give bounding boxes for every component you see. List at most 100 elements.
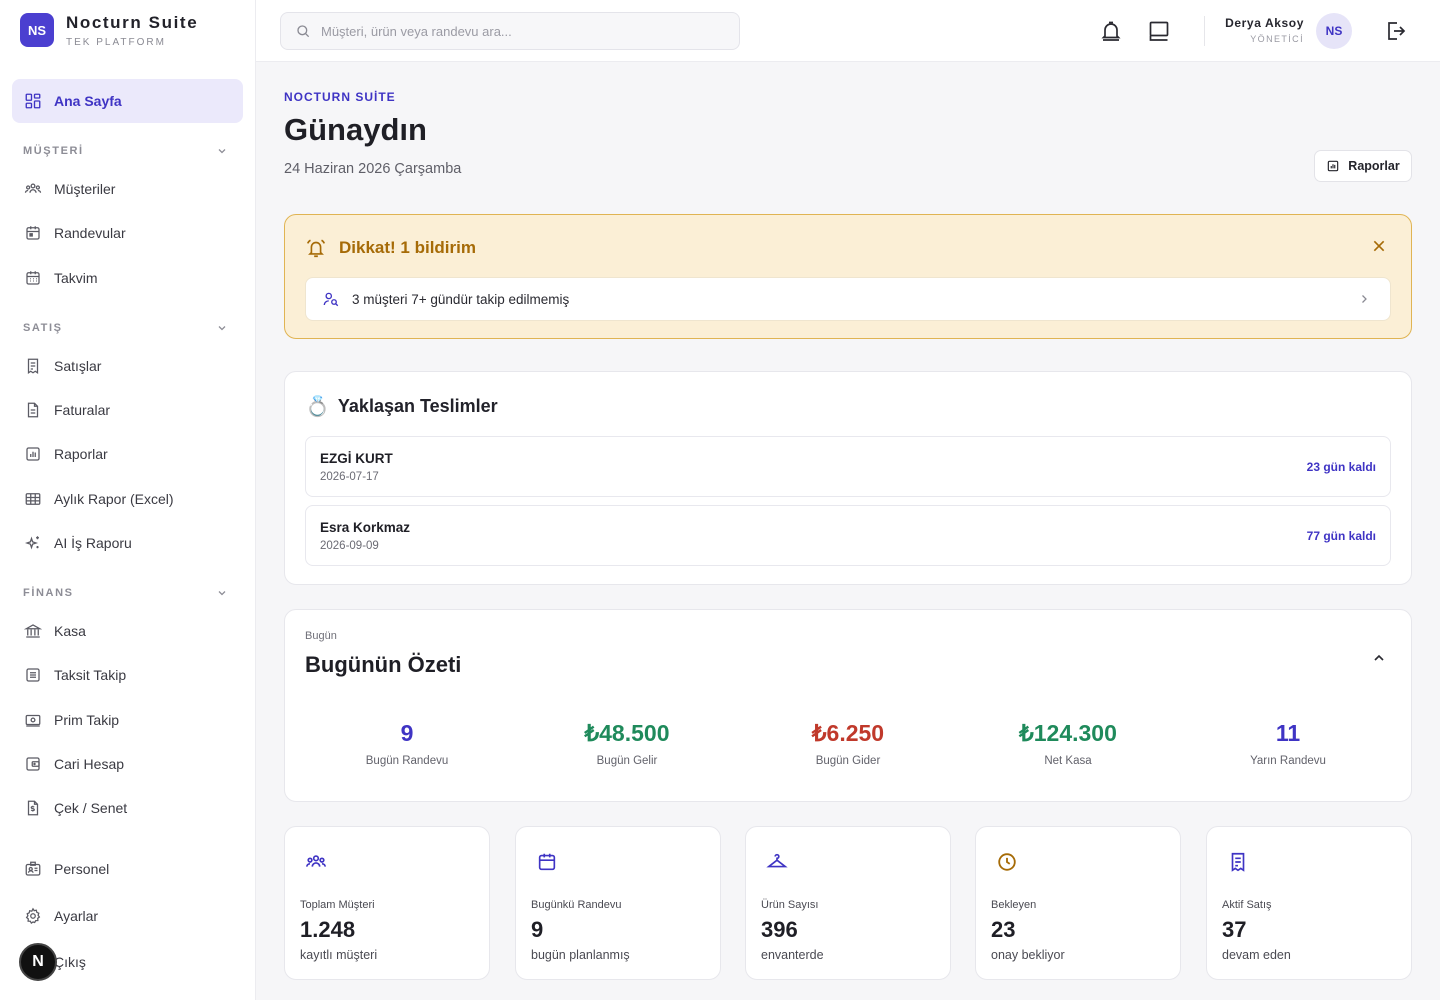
kpi-product-count[interactable]: Ürün Sayısı 396 envanterde [745, 826, 951, 980]
kpi-caption: kayıtlı müşteri [300, 948, 378, 962]
section-satis-toggle[interactable]: SATIŞ [23, 318, 228, 338]
sidebar-item-kasa[interactable]: Kasa [12, 609, 243, 653]
alert-title: Dikkat! 1 bildirim [339, 238, 476, 257]
user-role: YÖNETİCİ [1250, 34, 1304, 44]
stat-label: Bugün Randevu [365, 755, 449, 767]
id-card-icon [24, 860, 42, 878]
sparkles-icon [24, 534, 42, 552]
stat-label: Bugün Gider [815, 755, 881, 767]
calendar-icon [538, 853, 556, 871]
logout-button[interactable] [1383, 18, 1409, 44]
stat-label: Net Kasa [1044, 755, 1092, 767]
kpi-total-customers[interactable]: Toplam Müşteri 1.248 kayıtlı müşteri [284, 826, 490, 980]
notifications-button[interactable] [1098, 18, 1124, 44]
stat-today-appointments: 9 Bugün Randevu [307, 720, 507, 767]
kpi-value: 23 [991, 917, 1016, 942]
sidebar-item-personel[interactable]: Personel [12, 847, 243, 891]
logout-icon [1388, 22, 1406, 40]
chevron-down-icon [218, 326, 226, 331]
stat-label: Bugün Gelir [596, 755, 658, 767]
sidebar-item-label: Personel [54, 861, 110, 877]
stat-value: ₺48.500 [584, 720, 670, 746]
customer-name: Esra Korkmaz [320, 520, 411, 535]
page-date: 24 Haziran 2026 Çarşamba [284, 161, 462, 177]
bell-icon [1101, 21, 1121, 41]
users-icon [306, 855, 326, 867]
gear-icon [24, 907, 42, 925]
sidebar-item-takvim[interactable]: Takvim [12, 256, 243, 300]
alert-panel: Dikkat! 1 bildirim 3 müşteri 7+ gündür t… [284, 214, 1412, 339]
brand-logo: NS [20, 13, 54, 47]
users-icon [24, 180, 42, 198]
sidebar-item-prim-takip[interactable]: Prim Takip [12, 698, 243, 742]
wallet-icon [24, 755, 42, 773]
sidebar-item-taksit-takip[interactable]: Taksit Takip [12, 653, 243, 697]
days-remaining: 77 gün kaldı [1306, 529, 1376, 543]
sidebar-item-aylik-rapor[interactable]: Aylık Rapor (Excel) [12, 477, 243, 521]
avatar[interactable]: NS [1316, 13, 1352, 49]
list-icon [24, 666, 42, 684]
chart-icon [24, 445, 42, 463]
document-icon [24, 401, 42, 419]
sidebar-item-ayarlar[interactable]: Ayarlar [12, 894, 243, 938]
sidebar-item-label: AI İş Raporu [54, 535, 132, 551]
messages-button[interactable] [1146, 18, 1172, 44]
page-title: Günaydın [284, 112, 427, 147]
card-title: Yaklaşan Teslimler [337, 396, 498, 416]
brand-name: Nocturn Suite [66, 12, 199, 32]
sidebar-item-cari-hesap[interactable]: Cari Hesap [12, 742, 243, 786]
kpi-label: Toplam Müşteri [300, 899, 375, 911]
search-input[interactable] [321, 23, 721, 39]
sidebar-item-label: Kasa [54, 623, 86, 639]
delivery-date: 2026-07-17 [320, 471, 379, 483]
divider [1204, 16, 1205, 46]
stat-tomorrow-appointments: 11 Yarın Randevu [1188, 720, 1388, 767]
reports-button[interactable]: Raporlar [1314, 150, 1412, 182]
days-remaining: 23 gün kaldı [1306, 460, 1376, 474]
delivery-row[interactable]: EZGİ KURT 2026-07-17 23 gün kaldı [305, 436, 1391, 497]
kpi-value: 9 [531, 917, 544, 942]
kpi-label: Aktif Satış [1222, 899, 1272, 911]
customer-name: EZGİ KURT [320, 451, 393, 466]
sidebar-item-raporlar[interactable]: Raporlar [12, 432, 243, 476]
brand[interactable]: NS Nocturn Suite TEK PLATFORM [20, 10, 198, 50]
stat-value: 11 [1275, 720, 1301, 746]
stat-today-expense: ₺6.250 Bugün Gider [748, 720, 948, 767]
alert-item[interactable]: 3 müşteri 7+ gündür takip edilmemiş [305, 277, 1391, 321]
alert-message: 3 müşteri 7+ gündür takip edilmemiş [352, 291, 570, 307]
delivery-row[interactable]: Esra Korkmaz 2026-09-09 77 gün kaldı [305, 505, 1391, 566]
kpi-today-appointments[interactable]: Bugünkü Randevu 9 bugün planlanmış [515, 826, 721, 980]
card-title: Bugünün Özeti [305, 652, 462, 677]
stat-value: ₺6.250 [811, 720, 885, 746]
calendar-grid-icon [24, 269, 42, 287]
sidebar-item-musteriler[interactable]: Müşteriler [12, 167, 243, 211]
sidebar-item-ai-is-raporu[interactable]: AI İş Raporu [12, 521, 243, 565]
sidebar-item-randevular[interactable]: Randevular [12, 211, 243, 255]
section-musteri-toggle[interactable]: MÜŞTERİ [23, 141, 228, 161]
close-icon[interactable] [1371, 238, 1387, 254]
sidebar-item-faturalar[interactable]: Faturalar [12, 388, 243, 432]
stat-today-income: ₺48.500 Bugün Gelir [527, 720, 727, 767]
dev-tools-badge[interactable]: N [19, 943, 57, 981]
receipt-icon [1231, 852, 1245, 872]
ring-icon: 💍 [305, 396, 330, 418]
sidebar-item-satislar[interactable]: Satışlar [12, 344, 243, 388]
section-title: MÜŞTERİ [23, 145, 84, 157]
calendar-icon [24, 224, 42, 242]
sidebar: NS Nocturn Suite TEK PLATFORM Ana Sayfa … [0, 0, 256, 1000]
kpi-label: Bekleyen [991, 899, 1037, 911]
search-icon [297, 25, 310, 38]
section-finans-toggle[interactable]: FİNANS [23, 583, 228, 603]
sidebar-item-cek-senet[interactable]: Çek / Senet [12, 786, 243, 830]
kpi-pending[interactable]: Bekleyen 23 onay bekliyor [975, 826, 1181, 980]
sidebar-item-label: Cari Hesap [54, 756, 125, 772]
table-icon [24, 490, 42, 508]
chevron-up-icon[interactable] [1371, 650, 1387, 666]
today-summary-card: Bugün Bugünün Özeti 9 Bugün Randevu ₺48.… [284, 609, 1412, 802]
kpi-caption: envanterde [761, 948, 824, 962]
stat-label: Yarın Randevu [1250, 755, 1326, 767]
kpi-active-sales[interactable]: Aktif Satış 37 devam eden [1206, 826, 1412, 980]
sidebar-item-home[interactable]: Ana Sayfa [12, 79, 243, 123]
delivery-date: 2026-09-09 [320, 540, 379, 552]
reports-button-label: Raporlar [1348, 159, 1400, 173]
